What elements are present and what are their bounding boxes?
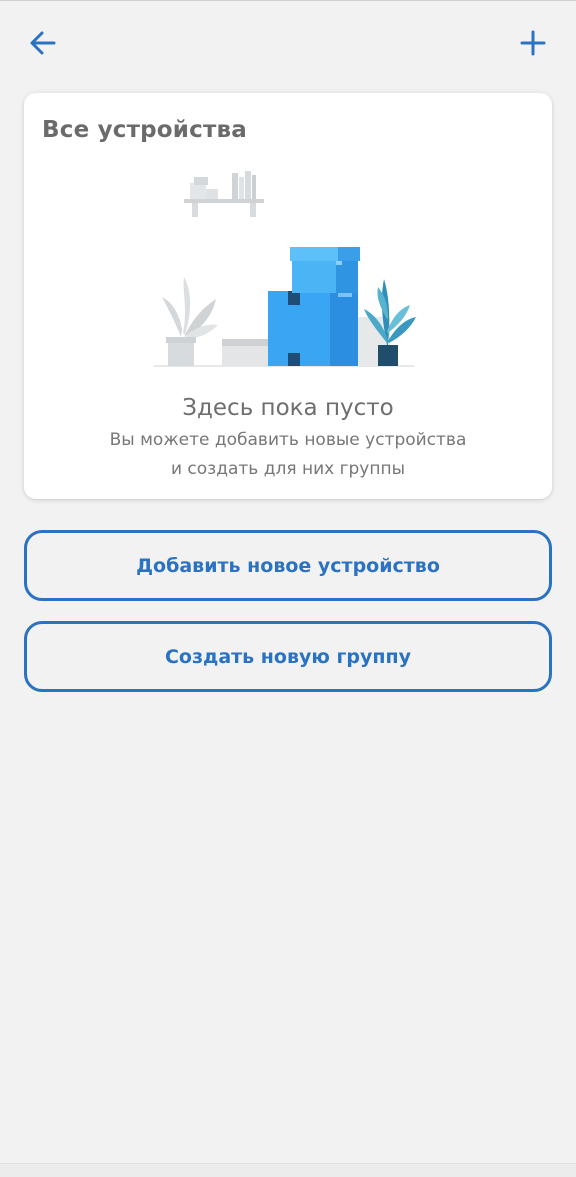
create-group-button[interactable]: Создать новую группу <box>24 621 552 692</box>
bottom-bar <box>0 1163 576 1177</box>
empty-state-title: Здесь пока пусто <box>182 395 394 421</box>
shelf-icon <box>184 171 264 217</box>
arrow-left-icon <box>30 31 56 55</box>
plus-icon <box>520 30 546 56</box>
all-devices-card: Все устройства Здесь пока пусто Вы может… <box>24 93 552 499</box>
add-device-button-label: Добавить новое устройство <box>136 554 440 577</box>
add-button[interactable] <box>511 21 555 65</box>
add-device-button[interactable]: Добавить новое устройство <box>24 530 552 601</box>
create-group-button-label: Создать новую группу <box>164 645 412 668</box>
empty-state-subtitle-line2: и создать для них группы <box>170 459 406 479</box>
plant-left-icon <box>162 277 218 366</box>
back-button[interactable] <box>21 21 65 65</box>
flat-box-icon <box>222 339 270 366</box>
app-header <box>0 0 576 88</box>
empty-state-subtitle-line1: Вы можете добавить новые устройства <box>109 430 467 450</box>
card-title: Все устройства <box>42 117 247 143</box>
blue-boxes-icon <box>268 247 360 366</box>
empty-boxes-illustration <box>154 171 416 367</box>
